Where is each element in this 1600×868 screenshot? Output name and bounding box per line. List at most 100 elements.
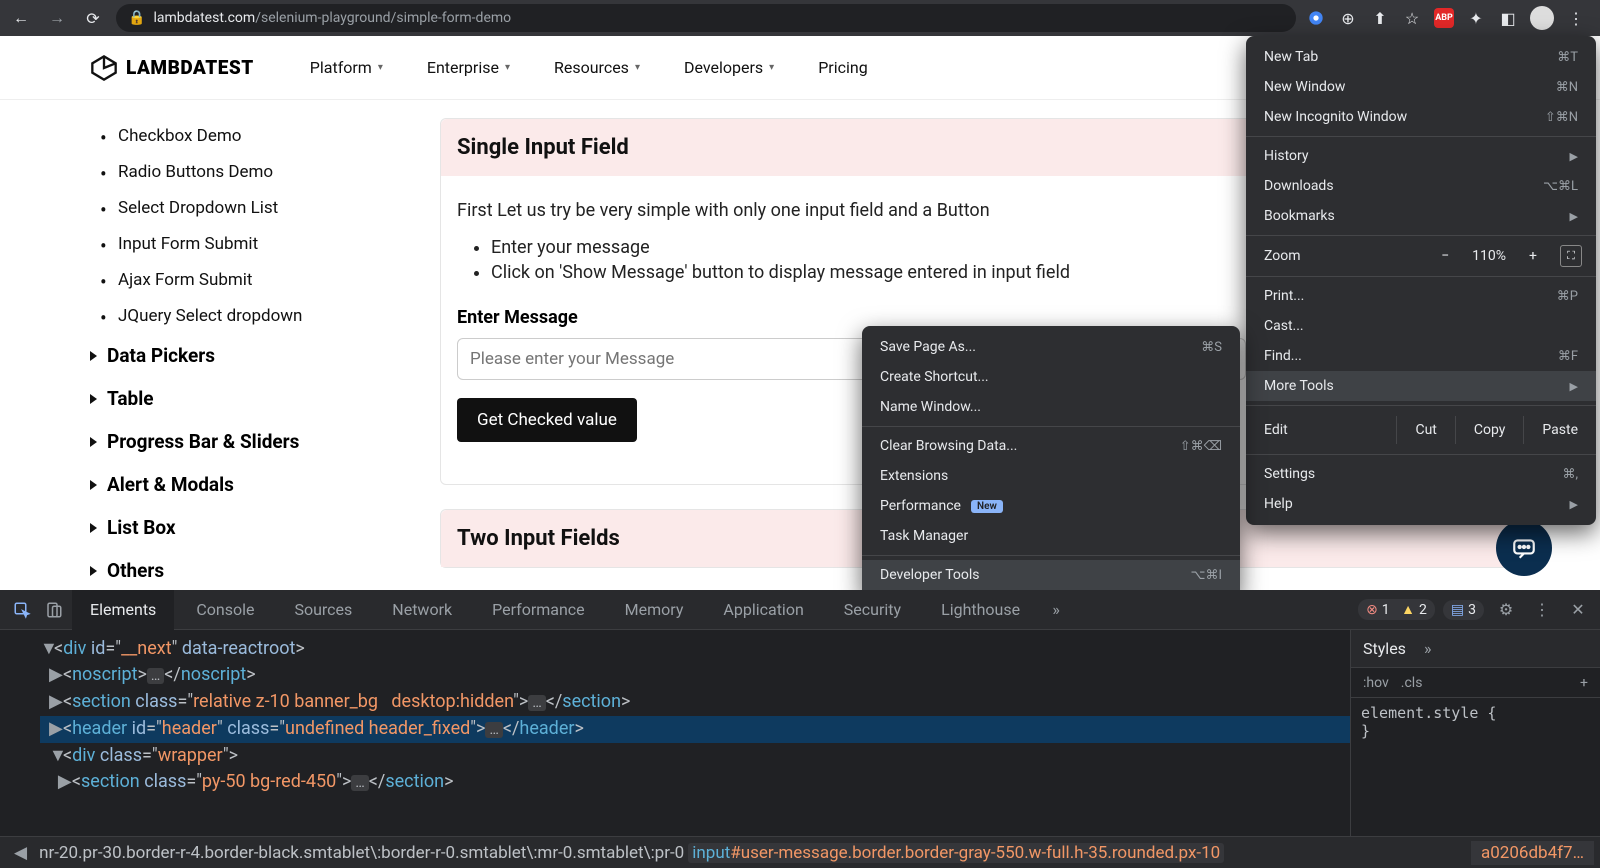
devtools-panel: Elements Console Sources Network Perform… xyxy=(0,590,1600,868)
sidebar-item[interactable]: JQuery Select dropdown xyxy=(90,298,390,334)
nav-platform[interactable]: Platform▾ xyxy=(310,58,383,77)
devtools-tab-elements[interactable]: Elements xyxy=(72,590,174,630)
devtools-tab-sources[interactable]: Sources xyxy=(276,590,370,630)
chevron-right-icon: ▶ xyxy=(1570,210,1578,223)
devtools-tab-memory[interactable]: Memory xyxy=(607,590,702,630)
menu-find[interactable]: Find...⌘F xyxy=(1246,341,1596,371)
menu-copy[interactable]: Copy xyxy=(1455,416,1524,444)
style-rule[interactable]: element.style { } xyxy=(1351,698,1600,746)
chevron-down-icon: ▾ xyxy=(769,62,774,73)
chevron-right-icon: ▶ xyxy=(1570,150,1578,163)
get-checked-value-button[interactable]: Get Checked value xyxy=(457,398,637,442)
menu-performance[interactable]: PerformanceNew xyxy=(862,491,1240,521)
devtools-tab-console[interactable]: Console xyxy=(178,590,272,630)
console-issues-badge[interactable]: ⊗1 ▲2 xyxy=(1358,599,1435,620)
menu-extensions[interactable]: Extensions xyxy=(862,461,1240,491)
devtools-breadcrumb[interactable]: ◀ nr-20.pr-30.border-r-4.border-black.sm… xyxy=(0,836,1600,868)
share-icon[interactable]: ⬆ xyxy=(1370,8,1390,28)
devtools-tab-performance[interactable]: Performance xyxy=(474,590,603,630)
styles-hov[interactable]: :hov xyxy=(1363,675,1389,691)
breadcrumb-left-icon[interactable]: ◀ xyxy=(6,843,35,863)
zoom-icon[interactable]: ⊕ xyxy=(1338,8,1358,28)
sidebar-category[interactable]: Table xyxy=(90,377,390,420)
nav-resources[interactable]: Resources▾ xyxy=(554,58,640,77)
more-styles-tabs-icon[interactable]: » xyxy=(1424,639,1432,658)
sidebar-category[interactable]: Alert & Modals xyxy=(90,463,390,506)
lock-icon: 🔒 xyxy=(128,10,145,26)
profile-avatar[interactable] xyxy=(1530,6,1554,30)
zoom-in-button[interactable]: + xyxy=(1522,248,1544,264)
devtools-tab-network[interactable]: Network xyxy=(374,590,470,630)
inspect-element-icon[interactable] xyxy=(8,596,36,624)
zoom-out-button[interactable]: − xyxy=(1434,248,1456,264)
devtools-settings-icon[interactable]: ⚙ xyxy=(1492,596,1520,624)
styles-tab[interactable]: Styles xyxy=(1363,639,1406,658)
new-style-rule-button[interactable]: + xyxy=(1580,675,1588,691)
menu-new-tab[interactable]: New Tab⌘T xyxy=(1246,42,1596,72)
menu-new-window[interactable]: New Window⌘N xyxy=(1246,72,1596,102)
more-tabs-icon[interactable]: » xyxy=(1042,596,1070,624)
abp-extension-icon[interactable]: ABP xyxy=(1434,8,1454,28)
sidebar-category[interactable]: Others xyxy=(90,549,390,590)
sidebar-category[interactable]: Progress Bar & Sliders xyxy=(90,420,390,463)
menu-print[interactable]: Print...⌘P xyxy=(1246,281,1596,311)
menu-more-tools[interactable]: More Tools▶ xyxy=(1246,371,1596,401)
menu-paste[interactable]: Paste xyxy=(1523,416,1596,444)
card-intro-text: First Let us try be very simple with onl… xyxy=(457,200,1246,221)
menu-history[interactable]: History▶ xyxy=(1246,141,1596,171)
chat-widget-button[interactable] xyxy=(1496,520,1552,576)
device-toolbar-icon[interactable] xyxy=(40,596,68,624)
back-button[interactable]: ← xyxy=(8,5,34,31)
sidebar-item[interactable]: Input Form Submit xyxy=(90,226,390,262)
chrome-main-menu: New Tab⌘T New Window⌘N New Incognito Win… xyxy=(1246,36,1596,525)
address-bar[interactable]: 🔒 lambdatest.com/selenium-playground/sim… xyxy=(116,4,1296,32)
menu-clear-browsing[interactable]: Clear Browsing Data...⇧⌘⌫ xyxy=(862,431,1240,461)
menu-settings[interactable]: Settings⌘, xyxy=(1246,459,1596,489)
devtools-tab-application[interactable]: Application xyxy=(705,590,821,630)
menu-task-manager[interactable]: Task Manager xyxy=(862,521,1240,551)
menu-incognito[interactable]: New Incognito Window⇧⌘N xyxy=(1246,102,1596,132)
caret-right-icon xyxy=(90,351,97,361)
nav-pricing[interactable]: Pricing xyxy=(818,58,868,77)
menu-cast[interactable]: Cast... xyxy=(1246,311,1596,341)
menu-create-shortcut[interactable]: Create Shortcut... xyxy=(862,362,1240,392)
devtools-tab-security[interactable]: Security xyxy=(826,590,919,630)
devtools-close-icon[interactable]: ✕ xyxy=(1564,596,1592,624)
google-icon[interactable] xyxy=(1306,8,1326,28)
sidebar-item[interactable]: Ajax Form Submit xyxy=(90,262,390,298)
nav-enterprise[interactable]: Enterprise▾ xyxy=(427,58,510,77)
styles-cls[interactable]: .cls xyxy=(1401,675,1423,691)
lambdatest-logo-icon xyxy=(90,54,118,82)
bookmark-star-icon[interactable]: ☆ xyxy=(1402,8,1422,28)
devtools-tab-lighthouse[interactable]: Lighthouse xyxy=(923,590,1038,630)
sidebar-item[interactable]: Checkbox Demo xyxy=(90,118,390,154)
console-messages-badge[interactable]: ▤3 xyxy=(1443,600,1484,620)
menu-developer-tools[interactable]: Developer Tools⌥⌘I xyxy=(862,560,1240,590)
menu-downloads[interactable]: Downloads⌥⌘L xyxy=(1246,171,1596,201)
nav-developers[interactable]: Developers▾ xyxy=(684,58,774,77)
sidebar-item[interactable]: Select Dropdown List xyxy=(90,190,390,226)
chevron-down-icon: ▾ xyxy=(635,62,640,73)
sidebar-item[interactable]: Radio Buttons Demo xyxy=(90,154,390,190)
fullscreen-button[interactable]: ⛶ xyxy=(1560,245,1582,267)
site-logo[interactable]: LAMBDATEST xyxy=(90,54,254,82)
devtools-styles-panel: Styles » :hov .cls + element.style { } xyxy=(1350,630,1600,836)
menu-bookmarks[interactable]: Bookmarks▶ xyxy=(1246,201,1596,231)
reload-button[interactable]: ⟳ xyxy=(80,5,106,31)
menu-help[interactable]: Help▶ xyxy=(1246,489,1596,519)
menu-name-window[interactable]: Name Window... xyxy=(862,392,1240,422)
sidebar-category[interactable]: List Box xyxy=(90,506,390,549)
new-badge: New xyxy=(971,500,1003,513)
devtools-menu-icon[interactable]: ⋮ xyxy=(1528,596,1556,624)
forward-button[interactable]: → xyxy=(44,5,70,31)
chrome-menu-button[interactable]: ⋮ xyxy=(1566,8,1586,28)
enter-message-label: Enter Message xyxy=(457,307,1246,328)
extension-frame-id[interactable]: a0206db4f7… xyxy=(1471,841,1594,865)
sidebar-category[interactable]: Data Pickers xyxy=(90,334,390,377)
devtools-dom-tree[interactable]: ▼<div id="__next" data-reactroot> ▶<nosc… xyxy=(0,630,1350,836)
menu-cut[interactable]: Cut xyxy=(1396,416,1454,444)
menu-save-page[interactable]: Save Page As...⌘S xyxy=(862,332,1240,362)
panel-icon[interactable]: ◧ xyxy=(1498,8,1518,28)
extensions-icon[interactable]: ✦ xyxy=(1466,8,1486,28)
caret-right-icon xyxy=(90,394,97,404)
